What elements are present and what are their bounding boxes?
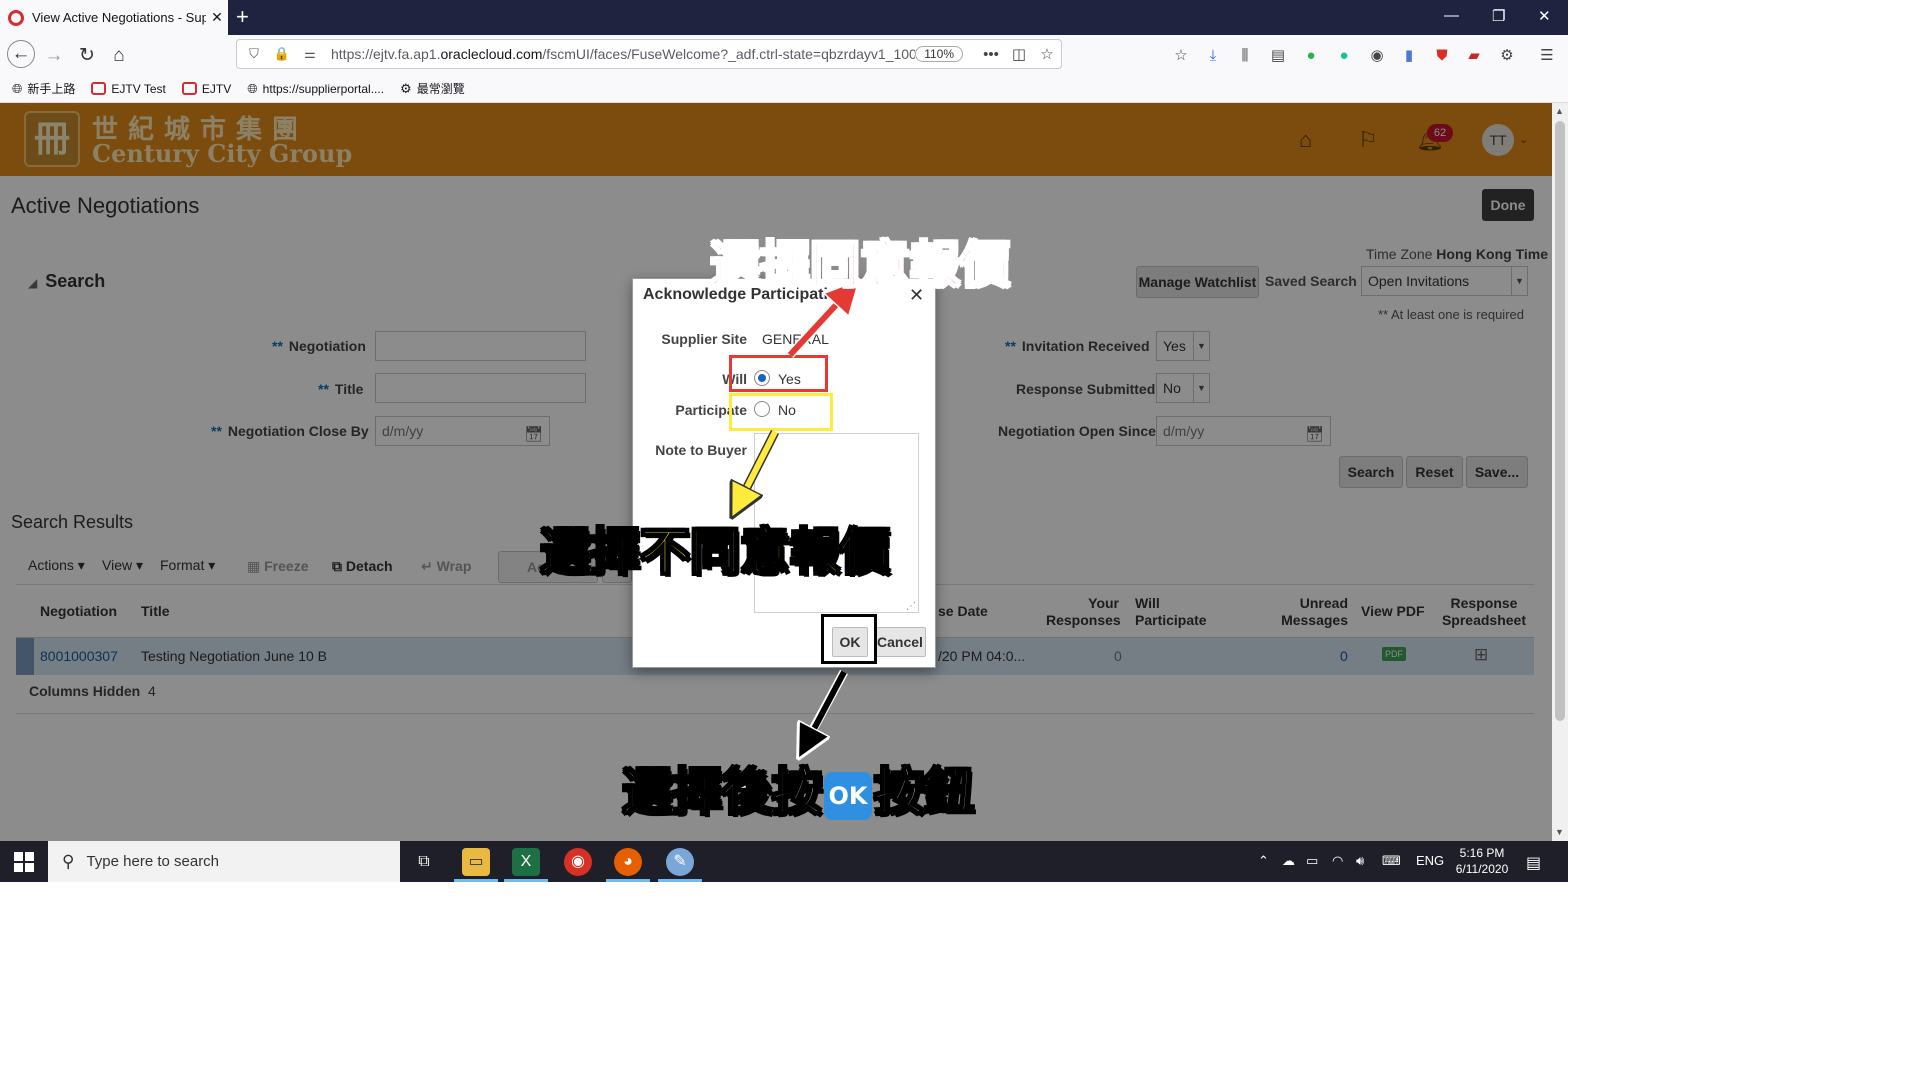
page-scrollbar[interactable]: ▲ ▼ — [1552, 103, 1568, 841]
bookmark-item[interactable]: EJTV Test — [91, 82, 166, 96]
globe-icon: 🌐︎ — [12, 80, 23, 96]
menu-icon[interactable]: ☰ — [1536, 45, 1558, 67]
page-actions-icon[interactable]: ••• — [977, 46, 1005, 63]
ok-emoji-icon: OK — [824, 771, 872, 820]
annotation-agree: 選擇同意報價 — [709, 235, 1011, 295]
url-bar[interactable]: ⛉ 🔒 ⚌ https://ejtv.fa.ap1.oraclecloud.co… — [236, 39, 1062, 69]
active-indicator — [504, 879, 548, 882]
extension-check-icon[interactable]: ● — [1300, 45, 1322, 67]
reload-icon[interactable]: ↻ — [74, 43, 100, 69]
grammarly-icon[interactable]: ● — [1333, 45, 1355, 67]
browser-titlebar: View Active Negotiations - Sup ✕ + — ❐ ✕ — [0, 0, 1568, 35]
oracle-icon — [91, 82, 107, 95]
task-view-icon[interactable]: ⧉ — [410, 848, 438, 876]
tray-chevron-icon[interactable]: ⌃ — [1258, 853, 1269, 869]
permissions-icon[interactable]: ⚌ — [299, 46, 321, 62]
windows-start-icon[interactable] — [14, 852, 34, 872]
lock-icon[interactable]: 🔒 — [271, 46, 293, 62]
account-icon[interactable]: ◉ — [1366, 45, 1388, 67]
resize-grip-icon[interactable]: ⋰ — [906, 601, 916, 612]
pocket-icon[interactable]: ◫ — [1005, 45, 1033, 63]
supplier-site-value: GENERAL — [762, 331, 829, 347]
pdf-ext-icon[interactable]: ▰ — [1463, 45, 1485, 67]
file-explorer-icon[interactable]: ▭ — [462, 848, 490, 876]
bookmark-item[interactable]: ⚙ 最常瀏覽 — [400, 80, 465, 97]
active-indicator — [658, 879, 702, 882]
shield-icon[interactable]: ⛉ — [243, 46, 265, 62]
bookmark-item[interactable]: 🌐︎ https://supplierportal.... — [247, 81, 384, 97]
tab-title: View Active Negotiations - Sup — [32, 10, 206, 25]
browser-navbar: ← → ↻ ⌂ ⛉ 🔒 ⚌ https://ejtv.fa.ap1.oracle… — [0, 35, 1568, 75]
bookmarks-bar: 🌐︎ 新手上路 EJTV Test EJTV 🌐︎ https://supplier… — [0, 75, 1568, 103]
keyboard-icon[interactable]: ⌨ — [1382, 853, 1401, 869]
taskbar-clock[interactable]: 5:16 PM 6/11/2020 — [1450, 845, 1514, 877]
restore-icon[interactable]: ❐ — [1492, 7, 1505, 25]
chrome-icon[interactable]: ◉ — [564, 848, 592, 876]
active-indicator — [606, 879, 650, 882]
notifications-icon[interactable]: ▤ — [1526, 853, 1541, 873]
acknowledge-participation-dialog: Acknowledge Participation ✕ Supplier Sit… — [632, 278, 936, 668]
paint-icon[interactable]: ✎ — [666, 848, 694, 876]
forward-icon[interactable]: → — [41, 43, 67, 69]
browser-tab[interactable]: View Active Negotiations - Sup ✕ — [0, 0, 228, 35]
no-highlight-box — [729, 393, 833, 431]
back-icon[interactable]: ← — [7, 40, 35, 68]
bookmark-star-icon[interactable]: ☆ — [1033, 45, 1061, 63]
scroll-thumb[interactable] — [1555, 121, 1565, 721]
annotation-press-ok: 選擇後按 OK 按鈕 — [621, 762, 975, 822]
url-text[interactable]: https://ejtv.fa.ap1.oraclecloud.com/fscm… — [321, 46, 915, 62]
library-icon[interactable]: ⫼ — [1234, 45, 1256, 67]
zoom-level[interactable]: 110% — [915, 46, 963, 62]
gear-icon: ⚙ — [400, 80, 412, 96]
active-indicator — [454, 879, 498, 882]
extension-icon[interactable]: ⚙ — [1496, 45, 1518, 67]
scroll-down-icon[interactable]: ▼ — [1555, 827, 1564, 837]
minimize-icon[interactable]: — — [1444, 7, 1459, 24]
wifi-icon[interactable]: ◠ — [1332, 853, 1343, 869]
scroll-up-icon[interactable]: ▲ — [1555, 106, 1564, 116]
onedrive-icon[interactable]: ☁ — [1282, 853, 1295, 869]
yes-highlight-box — [729, 355, 828, 392]
new-tab-button[interactable]: + — [236, 4, 249, 30]
downloads-icon[interactable]: ⤓ — [1202, 45, 1224, 67]
oracle-icon — [181, 82, 197, 95]
oracle-favicon-icon — [8, 9, 24, 26]
ublock-icon[interactable]: ⛊ — [1431, 45, 1453, 67]
excel-icon[interactable]: X — [512, 848, 540, 876]
cancel-button[interactable]: Cancel — [874, 627, 926, 657]
home-icon[interactable]: ⌂ — [106, 43, 132, 69]
bookmark-item[interactable]: EJTV — [181, 82, 231, 96]
bookmark-item[interactable]: 🌐︎ 新手上路 — [12, 80, 75, 97]
search-icon: ⚲ — [62, 851, 75, 871]
globe-icon: 🌐︎ — [247, 80, 258, 96]
windows-taskbar: ⚲ Type here to search ⧉ ▭ X ◉ ◕ ✎ ⌃ ☁ ▭ … — [0, 841, 1568, 882]
window-close-icon[interactable]: ✕ — [1538, 7, 1551, 25]
supplier-site-label: Supplier Site — [661, 331, 747, 347]
annotation-disagree: 選擇不同意報價 — [539, 522, 891, 582]
sidebar-icon[interactable]: ▤ — [1267, 45, 1289, 67]
bookmark-ext-icon[interactable]: ▮ — [1398, 45, 1420, 67]
battery-icon[interactable]: ▭ — [1306, 853, 1318, 869]
ok-highlight-box — [821, 614, 877, 664]
firefox-icon[interactable]: ◕ — [614, 848, 642, 876]
tab-close-icon[interactable]: ✕ — [206, 9, 228, 26]
language-indicator[interactable]: ENG — [1416, 853, 1444, 868]
volume-icon[interactable]: 🔊︎ — [1356, 853, 1364, 869]
reading-list-icon[interactable]: ☆ — [1170, 45, 1192, 67]
taskbar-search-input[interactable]: ⚲ Type here to search — [48, 841, 400, 882]
note-to-buyer-label: Note to Buyer — [655, 442, 747, 458]
